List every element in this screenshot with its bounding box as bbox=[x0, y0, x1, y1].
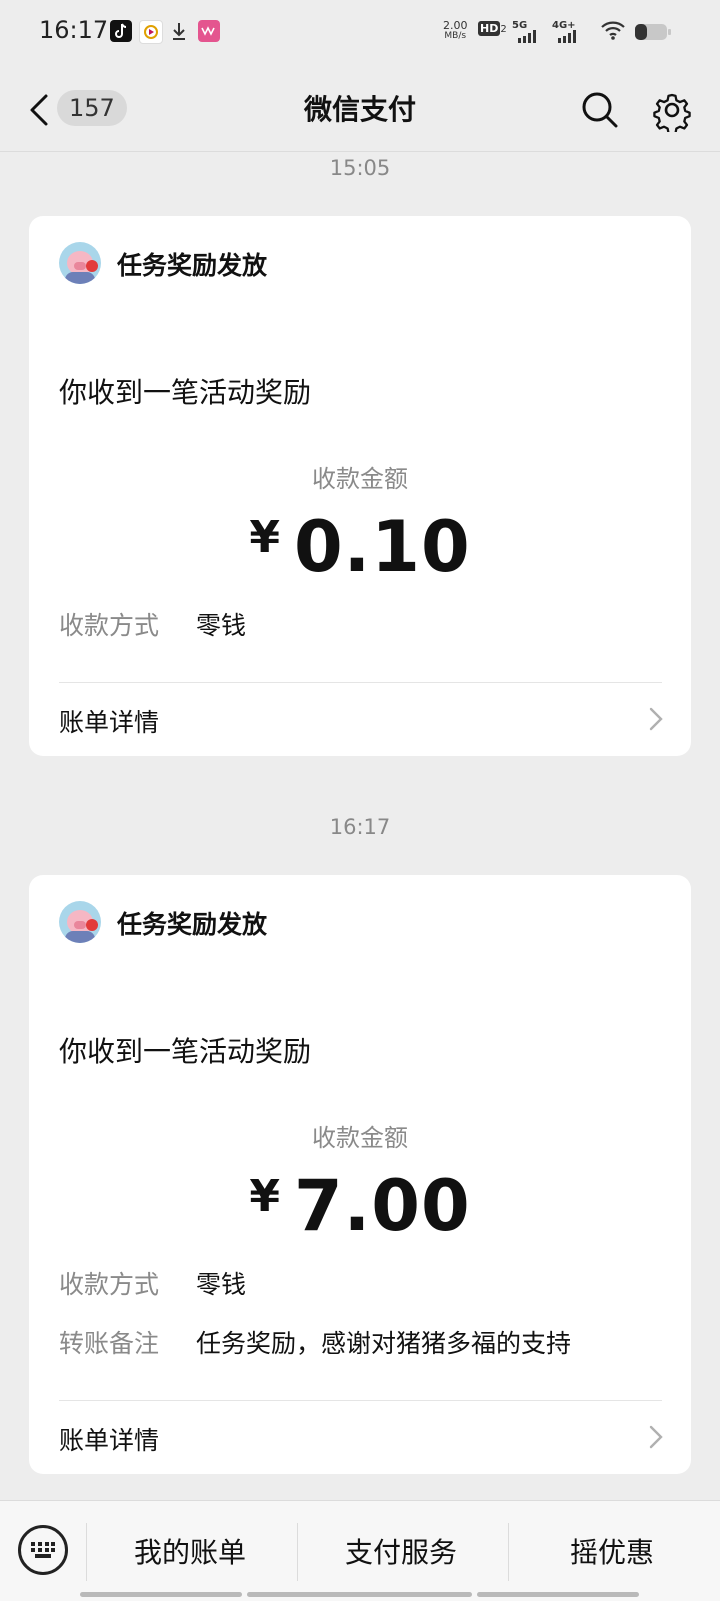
payment-card: 任务奖励发放 你收到一笔活动奖励 收款金额 ¥7.00 收款方式 零钱 转账备注… bbox=[29, 875, 691, 1474]
gesture-bar[interactable] bbox=[477, 1592, 639, 1597]
bill-details-label: 账单详情 bbox=[59, 1426, 160, 1455]
signal-4g-icon: 4G+ bbox=[552, 18, 580, 43]
sender-name: 任务奖励发放 bbox=[117, 251, 268, 280]
net-speed-unit: MB/s bbox=[444, 31, 467, 41]
tiktok-icon bbox=[110, 20, 132, 42]
menu-shake-deals[interactable]: 摇优惠 bbox=[509, 1531, 715, 1571]
status-bar: 16:17 2.00 MB/s HD 2 5G 4G+ bbox=[0, 0, 720, 66]
chevron-right-icon bbox=[649, 1425, 663, 1449]
net-speed: 2.00 MB/s bbox=[443, 20, 468, 42]
menu-payment-services[interactable]: 支付服务 bbox=[298, 1531, 504, 1571]
method-value: 零钱 bbox=[196, 611, 247, 640]
bottom-menu-bar: 我的账单 支付服务 摇优惠 bbox=[0, 1500, 720, 1601]
gear-icon bbox=[653, 93, 691, 135]
note-label: 转账备注 bbox=[59, 1329, 160, 1358]
amount: ¥0.10 bbox=[29, 506, 691, 588]
download-icon bbox=[168, 20, 190, 42]
bill-details-label: 账单详情 bbox=[59, 708, 160, 737]
bill-details-link[interactable]: 账单详情 bbox=[29, 1401, 691, 1473]
search-button[interactable] bbox=[580, 90, 620, 130]
video-app-icon bbox=[139, 20, 163, 44]
currency-symbol: ¥ bbox=[249, 512, 280, 563]
message-timestamp: 16:17 bbox=[329, 815, 391, 839]
status-time: 16:17 bbox=[39, 16, 109, 44]
payment-card: 任务奖励发放 你收到一笔活动奖励 收款金额 ¥0.10 收款方式 零钱 账单详情 bbox=[29, 216, 691, 756]
signal-5g-icon: 5G bbox=[512, 18, 540, 43]
bill-details-link[interactable]: 账单详情 bbox=[29, 683, 691, 755]
method-label: 收款方式 bbox=[59, 611, 160, 640]
amount-label: 收款金额 bbox=[312, 465, 408, 493]
menu-my-bills[interactable]: 我的账单 bbox=[87, 1531, 293, 1571]
signal-5g-label: 5G bbox=[512, 20, 528, 31]
vipshop-icon bbox=[198, 20, 220, 42]
chevron-right-icon bbox=[649, 707, 663, 731]
gesture-bar[interactable] bbox=[80, 1592, 242, 1597]
message-timestamp: 15:05 bbox=[329, 156, 391, 180]
method-label: 收款方式 bbox=[59, 1270, 160, 1299]
hd-indicator-icon: HD 2 bbox=[478, 21, 507, 36]
method-value: 零钱 bbox=[196, 1270, 247, 1299]
amount-label: 收款金额 bbox=[312, 1124, 408, 1152]
amount-value: 0.10 bbox=[293, 506, 471, 588]
net-speed-value: 2.00 bbox=[443, 19, 468, 32]
keyboard-icon bbox=[31, 1542, 55, 1558]
amount-value: 7.00 bbox=[293, 1165, 471, 1247]
nav-bar: 157 微信支付 bbox=[0, 66, 720, 154]
wifi-icon bbox=[600, 19, 626, 41]
card-headline: 你收到一笔活动奖励 bbox=[59, 1035, 312, 1068]
card-headline: 你收到一笔活动奖励 bbox=[59, 376, 312, 409]
sim-slot: 2 bbox=[500, 24, 507, 35]
battery-icon bbox=[634, 22, 672, 42]
sender-name: 任务奖励发放 bbox=[117, 910, 268, 939]
amount: ¥7.00 bbox=[29, 1165, 691, 1247]
keyboard-toggle-button[interactable] bbox=[18, 1525, 68, 1575]
nav-divider bbox=[0, 151, 720, 152]
sender-avatar bbox=[59, 242, 101, 284]
note-value: 任务奖励，感谢对猪猪多福的支持 bbox=[196, 1329, 572, 1358]
sender-avatar bbox=[59, 901, 101, 943]
currency-symbol: ¥ bbox=[249, 1171, 280, 1222]
search-icon bbox=[582, 92, 618, 128]
hd-label: HD bbox=[478, 21, 501, 36]
gesture-bar[interactable] bbox=[247, 1592, 472, 1597]
signal-4g-label: 4G+ bbox=[552, 20, 576, 31]
settings-button[interactable] bbox=[650, 88, 694, 135]
